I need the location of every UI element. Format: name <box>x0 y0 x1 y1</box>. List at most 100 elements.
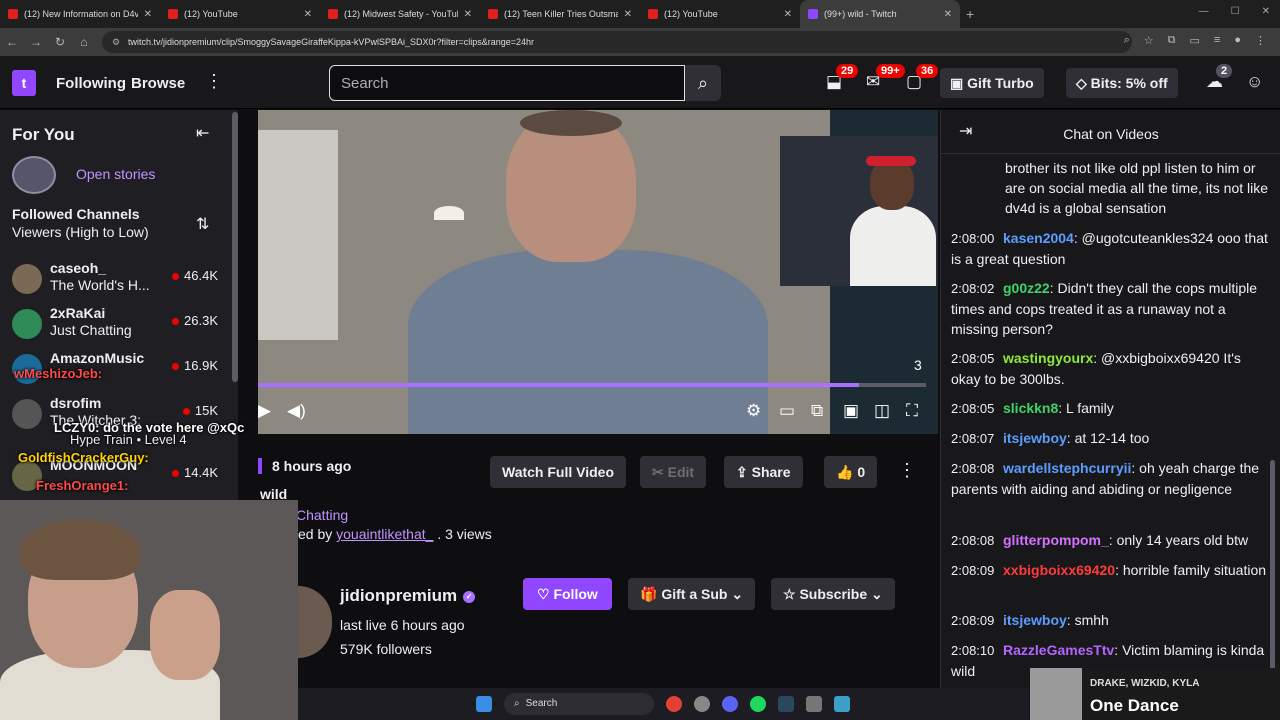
close-tab-icon[interactable]: ✕ <box>144 9 152 20</box>
chat-message: 2:08:05 wastingyourx: @xxbigboixx69420 It… <box>951 348 1269 389</box>
close-window-icon[interactable]: ✕ <box>1262 6 1270 17</box>
app-icon[interactable] <box>834 696 850 712</box>
close-tab-icon[interactable]: ✕ <box>944 9 952 20</box>
bits-button[interactable]: ◇ Bits: 5% off <box>1066 68 1178 98</box>
more-options-icon[interactable]: ⋮ <box>898 460 916 481</box>
minimize-icon[interactable]: — <box>1199 6 1209 17</box>
watch-full-video-button[interactable]: Watch Full Video <box>490 456 627 488</box>
url-input[interactable]: ⚙ twitch.tv/jidionpremium/clip/SmoggySav… <box>102 31 1132 53</box>
close-tab-icon[interactable]: ✕ <box>304 9 312 20</box>
browser-tab[interactable]: (12) Teen Killer Tries Outsmarting ✕ <box>480 0 640 28</box>
chat-username[interactable]: wastingyourx <box>1003 350 1093 366</box>
sidebar-channel[interactable]: caseoh_ The World's H... 46.4K <box>12 260 222 300</box>
zoom-icon[interactable]: ⌕ <box>1124 34 1130 47</box>
browser-menu-icon[interactable]: ⋮ <box>1255 34 1266 47</box>
follow-button[interactable]: ♡ Follow <box>523 578 612 610</box>
site-info-icon[interactable]: ⚙ <box>112 37 120 48</box>
video-progress-bar[interactable] <box>258 383 926 387</box>
obs-icon[interactable] <box>694 696 710 712</box>
last-live: last live 6 hours ago <box>340 617 465 633</box>
edit-button[interactable]: ✂ Edit <box>640 456 707 488</box>
home-icon[interactable]: ⌂ <box>72 35 96 49</box>
sort-icon[interactable]: ⇅ <box>196 214 209 234</box>
twitch-logo-icon[interactable]: t <box>12 70 36 96</box>
new-tab-icon[interactable]: + <box>966 6 974 22</box>
chat-username[interactable]: wardellstephcurryii <box>1003 460 1131 476</box>
sidebar-channel[interactable]: 2xRaKai Just Chatting 26.3K <box>12 305 222 345</box>
channel-avatar[interactable] <box>298 586 332 658</box>
fullscreen-icon[interactable]: ⛶ <box>906 401 918 421</box>
user-avatar-icon[interactable]: ☺ <box>1246 72 1263 92</box>
chat-username[interactable]: xxbigboixx69420 <box>1003 562 1115 578</box>
cast-icon[interactable]: ▭ <box>779 401 795 421</box>
inbox-icon[interactable]: ✉ 99+ <box>866 64 905 92</box>
start-icon[interactable] <box>476 696 492 712</box>
following-link[interactable]: Following <box>56 75 126 92</box>
gift-sub-button[interactable]: 🎁 Gift a Sub ⌄ <box>628 578 756 610</box>
media-icon[interactable]: ≡ <box>1214 34 1220 47</box>
stories-avatar[interactable] <box>12 156 56 194</box>
browser-tab[interactable]: (12) New Information on D4vd ✕ <box>0 0 160 28</box>
open-stories-link[interactable]: Open stories <box>76 166 155 182</box>
chat-scrollbar[interactable] <box>1270 460 1275 670</box>
settings-icon[interactable]: ⚙ <box>746 401 761 421</box>
address-bar-row: ← → ↻ ⌂ ⚙ twitch.tv/jidionpremium/clip/S… <box>0 28 1280 56</box>
chat-username[interactable]: itsjewboy <box>1003 430 1067 446</box>
like-button[interactable]: 👍 0 <box>824 456 878 488</box>
taskbar-search[interactable]: ⌕ Search <box>504 693 654 715</box>
chat-username[interactable]: g00z22 <box>1003 280 1050 296</box>
chat-username[interactable]: itsjewboy <box>1003 612 1067 628</box>
chrome-icon[interactable] <box>666 696 682 712</box>
chat-username[interactable]: glitterpompom_ <box>1003 532 1109 548</box>
chat-username[interactable]: slickkn8 <box>1003 400 1058 416</box>
steam-icon[interactable] <box>778 696 794 712</box>
close-tab-icon[interactable]: ✕ <box>464 9 472 20</box>
share-button[interactable]: ⇪ Share <box>724 456 803 488</box>
gift-turbo-button[interactable]: ▣ Gift Turbo <box>940 68 1044 98</box>
cast-icon[interactable]: ▭ <box>1190 34 1200 47</box>
bookmark-star-icon[interactable]: ☆ <box>1144 34 1154 47</box>
search-button[interactable]: ⌕ <box>685 65 721 101</box>
more-menu-icon[interactable]: ⋮ <box>205 71 223 92</box>
search-input[interactable]: Search <box>329 65 685 101</box>
avatar <box>12 309 42 339</box>
browse-link[interactable]: Browse <box>131 75 185 92</box>
reload-icon[interactable]: ↻ <box>48 35 72 49</box>
picture-in-picture-icon[interactable]: ▣ <box>843 401 859 421</box>
theatre-mode-icon[interactable]: ◫ <box>874 401 890 421</box>
clip-icon[interactable]: ⧉ <box>811 401 823 421</box>
sidebar-scrollbar[interactable] <box>232 112 238 382</box>
chat-message: 2:08:09 itsjewboy: smhh <box>951 610 1269 631</box>
get-bits-icon[interactable]: ☁ 2 <box>1206 64 1233 92</box>
close-tab-icon[interactable]: ✕ <box>784 9 792 20</box>
settings-app-icon[interactable] <box>806 696 822 712</box>
url-text: twitch.tv/jidionpremium/clip/SmoggySavag… <box>128 37 535 47</box>
discord-icon[interactable] <box>722 696 738 712</box>
volume-icon[interactable]: ◀) <box>287 401 306 421</box>
whispers-icon[interactable]: ▢ 36 <box>906 64 939 92</box>
chat-username[interactable]: kasen2004 <box>1003 230 1074 246</box>
clip-info-panel: 8 hours ago wild Chatting ed by youaintl… <box>258 434 940 720</box>
prime-loot-icon[interactable]: ⬓ 29 <box>826 64 859 92</box>
browser-tab[interactable]: (12) YouTube ✕ <box>640 0 800 28</box>
spotify-icon[interactable] <box>750 696 766 712</box>
channel-name[interactable]: jidionpremium ✓ <box>340 586 476 606</box>
chat-username[interactable]: RazzleGamesTtv <box>1003 642 1114 658</box>
clip-time: 8 hours ago <box>258 458 351 474</box>
gift-icon: 🎁 <box>640 586 662 602</box>
browser-tab-active[interactable]: (99+) wild - Twitch ✕ <box>800 0 960 28</box>
close-tab-icon[interactable]: ✕ <box>624 9 632 20</box>
chat-separator: : <box>1131 460 1140 476</box>
forward-icon[interactable]: → <box>24 35 48 49</box>
category-link[interactable]: Chatting <box>296 507 348 523</box>
subscribe-button[interactable]: ☆ Subscribe ⌄ <box>771 578 895 610</box>
back-icon[interactable]: ← <box>0 35 24 49</box>
collapse-sidebar-icon[interactable]: ⇤ <box>196 123 209 143</box>
profile-avatar-icon[interactable]: ● <box>1234 34 1241 47</box>
play-icon[interactable]: ▶ <box>258 401 271 421</box>
browser-tab[interactable]: (12) YouTube ✕ <box>160 0 320 28</box>
extensions-icon[interactable]: ⧉ <box>1168 34 1176 47</box>
clipper-link[interactable]: youaintlikethat_ <box>336 526 433 542</box>
browser-tab[interactable]: (12) Midwest Safety - YouTube ✕ <box>320 0 480 28</box>
maximize-icon[interactable]: ☐ <box>1231 6 1240 17</box>
